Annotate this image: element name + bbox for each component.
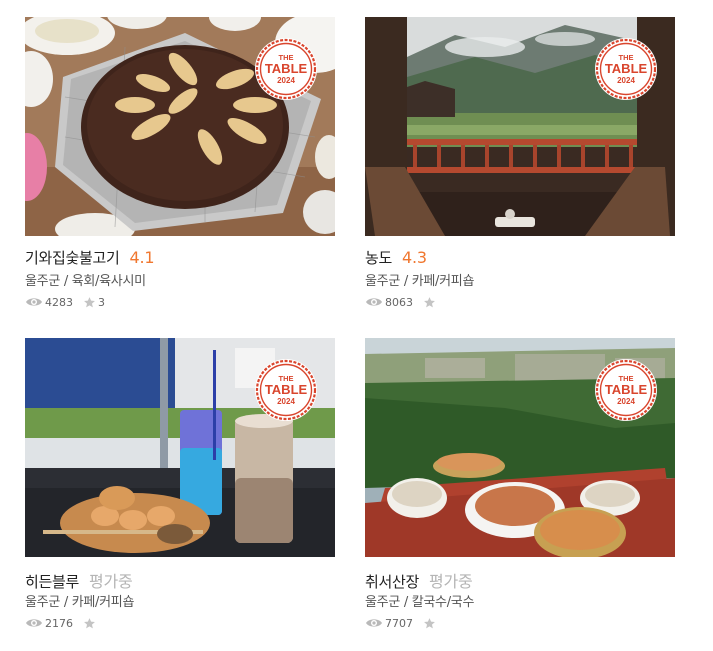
eye-icon: [366, 298, 382, 306]
restaurant-name[interactable]: 히든블루: [25, 571, 79, 592]
restaurant-category: 울주군 / 카페/커피숍: [365, 270, 675, 289]
view-count: 2176: [45, 616, 73, 630]
region-label: 울주군: [365, 595, 400, 610]
region-label: 울주군: [25, 274, 60, 289]
category-label: 카페/커피숍: [71, 595, 135, 610]
category-separator: /: [399, 274, 412, 289]
category-separator: /: [399, 595, 412, 610]
category-separator: /: [59, 595, 72, 610]
badge-line2: TABLE: [605, 382, 648, 397]
restaurant-photo[interactable]: THE TABLE 2024: [25, 17, 335, 236]
star-icon[interactable]: [423, 617, 436, 630]
badge-line2: TABLE: [265, 61, 308, 76]
badge-line3: 2024: [277, 76, 295, 85]
eye-icon: [26, 619, 42, 627]
badge-line2: TABLE: [265, 382, 308, 397]
restaurant-photo[interactable]: THE TABLE 2024: [365, 17, 675, 236]
badge-line2: TABLE: [605, 61, 648, 76]
card-stats: 7707: [365, 616, 675, 630]
restaurant-category: 울주군 / 칼국수/국수: [365, 591, 675, 610]
restaurant-card[interactable]: THE TABLE 2024 기와집숯불고기 4.1 울주군 / 육회/육사시미…: [25, 17, 335, 309]
the-table-2024-badge: THE TABLE 2024: [255, 359, 317, 421]
favorite-count: 3: [98, 295, 105, 309]
the-table-2024-badge: THE TABLE 2024: [595, 38, 657, 100]
card-stats: 8063: [365, 295, 675, 309]
card-stats: 4283 3: [25, 295, 335, 309]
card-stats: 2176: [25, 616, 335, 630]
eye-icon: [366, 619, 382, 627]
rating-pending: 평가중: [429, 572, 473, 591]
restaurant-name[interactable]: 취서산장: [365, 571, 419, 592]
badge-line3: 2024: [617, 76, 635, 85]
category-label: 카페/커피숍: [411, 274, 475, 289]
badge-line3: 2024: [277, 397, 295, 406]
star-icon[interactable]: [423, 296, 436, 309]
restaurant-name[interactable]: 기와집숯불고기: [25, 247, 120, 268]
the-table-2024-badge: THE TABLE 2024: [595, 359, 657, 421]
view-count: 7707: [385, 616, 413, 630]
star-icon[interactable]: [83, 617, 96, 630]
restaurant-name[interactable]: 농도: [365, 247, 392, 268]
restaurant-photo[interactable]: THE TABLE 2024: [365, 338, 675, 557]
badge-line3: 2024: [617, 397, 635, 406]
rating-pending: 평가중: [89, 572, 133, 591]
restaurant-card[interactable]: THE TABLE 2024 취서산장 평가중 울주군 / 칼국수/국수 770…: [365, 338, 675, 630]
rating-score: 4.1: [129, 248, 155, 267]
category-separator: /: [59, 274, 72, 289]
restaurant-category: 울주군 / 카페/커피숍: [25, 591, 335, 610]
view-count: 4283: [45, 295, 73, 309]
rating-score: 4.3: [402, 248, 427, 267]
star-icon[interactable]: [83, 296, 96, 309]
category-label: 육회/육사시미: [71, 274, 146, 289]
region-label: 울주군: [25, 595, 60, 610]
category-label: 칼국수/국수: [411, 595, 475, 610]
region-label: 울주군: [365, 274, 400, 289]
restaurant-photo[interactable]: THE TABLE 2024: [25, 338, 335, 557]
restaurant-card[interactable]: THE TABLE 2024 히든블루 평가중 울주군 / 카페/커피숍 217…: [25, 338, 335, 630]
view-count: 8063: [385, 295, 413, 309]
restaurant-card[interactable]: THE TABLE 2024 농도 4.3 울주군 / 카페/커피숍 8063: [365, 17, 675, 309]
the-table-2024-badge: THE TABLE 2024: [255, 38, 317, 100]
eye-icon: [26, 298, 42, 306]
restaurant-category: 울주군 / 육회/육사시미: [25, 270, 335, 289]
